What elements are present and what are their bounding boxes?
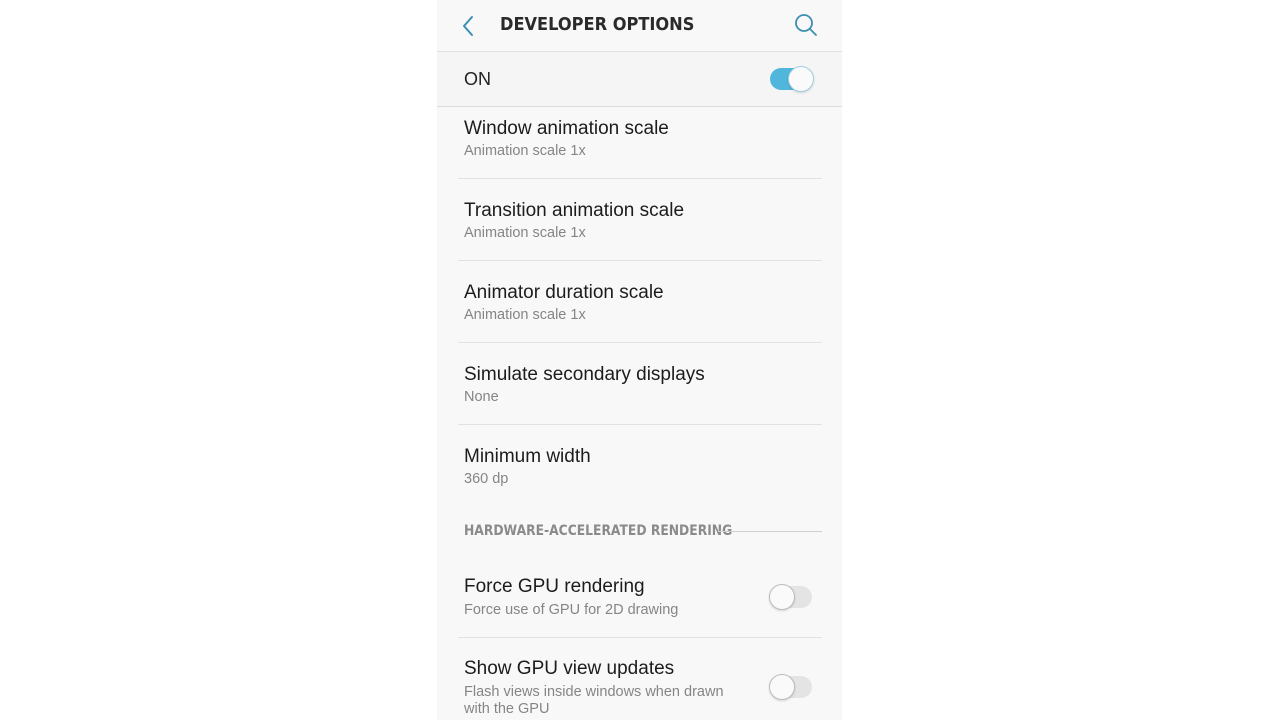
list-item-show-gpu-view-updates[interactable]: Show GPU view updates Flash views inside… — [437, 638, 842, 720]
show-gpu-view-updates-toggle[interactable] — [769, 674, 812, 700]
item-summary: Animation scale 1x — [464, 225, 586, 241]
list-item-window-animation-scale[interactable]: Window animation scale Animation scale 1… — [437, 107, 842, 179]
item-summary-line-2: with the GPU — [464, 701, 550, 717]
item-title: Transition animation scale — [464, 200, 685, 221]
list-item-simulate-secondary-displays[interactable]: Simulate secondary displays None — [437, 343, 842, 425]
item-summary: 360 dp — [464, 471, 509, 487]
item-title: Window animation scale — [464, 118, 669, 139]
item-summary: Animation scale 1x — [464, 143, 586, 159]
settings-screen: DEVELOPER OPTIONS ON Window animation sc… — [437, 0, 842, 720]
section-divider-line — [718, 531, 822, 532]
list-item-force-gpu-rendering[interactable]: Force GPU rendering Force use of GPU for… — [437, 556, 842, 637]
item-summary-line-1: Flash views inside windows when drawn — [464, 684, 724, 700]
toggle-knob — [769, 674, 795, 700]
item-summary: Force use of GPU for 2D drawing — [464, 602, 679, 618]
section-header-hardware-rendering: HARDWARE-ACCELERATED RENDERING — [464, 523, 733, 539]
item-title: Simulate secondary displays — [464, 364, 705, 385]
item-title: Force GPU rendering — [464, 576, 645, 597]
item-title: Animator duration scale — [464, 282, 664, 303]
search-button[interactable] — [793, 12, 819, 38]
toggle-knob — [769, 584, 795, 610]
app-bar: DEVELOPER OPTIONS — [437, 0, 842, 52]
chevron-left-icon — [463, 16, 473, 36]
search-icon — [795, 14, 817, 36]
master-switch-row[interactable]: ON — [437, 52, 842, 107]
list-item-transition-animation-scale[interactable]: Transition animation scale Animation sca… — [437, 179, 842, 261]
toggle-knob — [788, 66, 814, 92]
page-title: DEVELOPER OPTIONS — [500, 14, 695, 35]
item-summary: Animation scale 1x — [464, 307, 586, 323]
item-title: Show GPU view updates — [464, 658, 675, 679]
master-switch-toggle[interactable] — [770, 66, 814, 92]
back-button[interactable] — [457, 12, 479, 40]
list-item-animator-duration-scale[interactable]: Animator duration scale Animation scale … — [437, 261, 842, 343]
master-switch-label: ON — [464, 69, 491, 89]
force-gpu-rendering-toggle[interactable] — [769, 584, 812, 610]
list-item-minimum-width[interactable]: Minimum width 360 dp — [437, 425, 842, 507]
item-summary: None — [464, 389, 499, 405]
item-title: Minimum width — [464, 446, 591, 467]
